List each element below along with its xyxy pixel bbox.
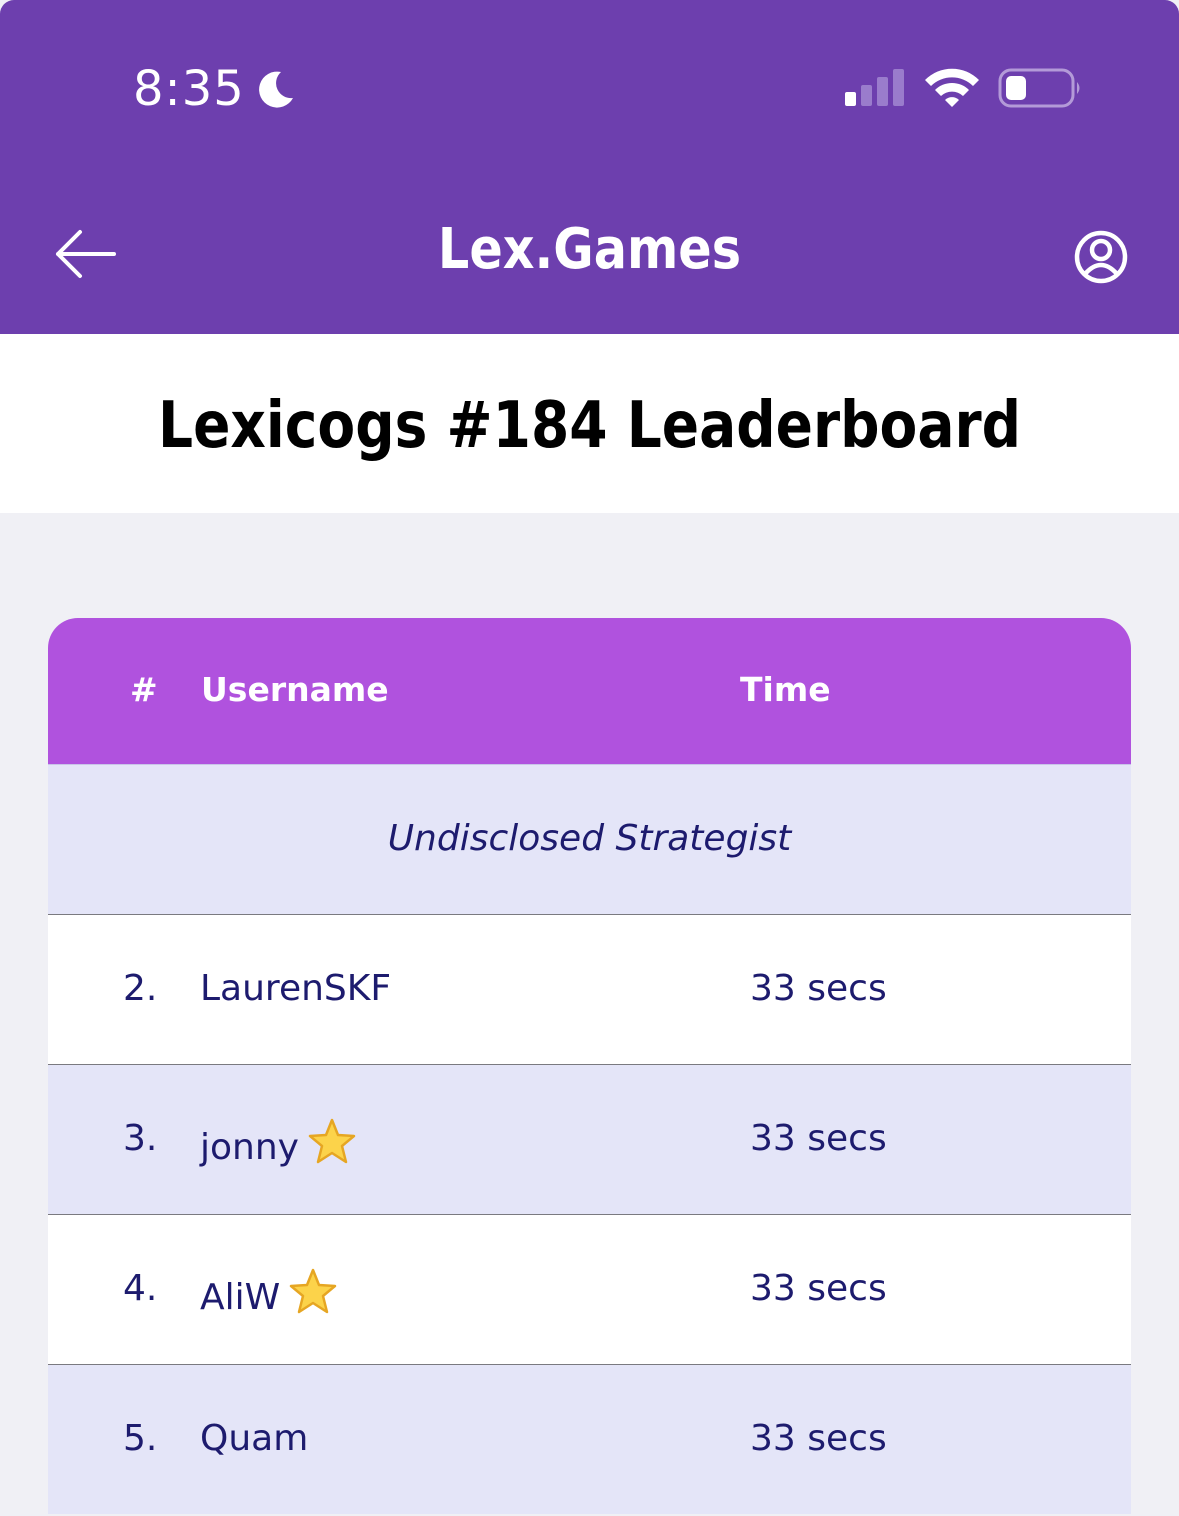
cellular-signal-icon xyxy=(845,69,904,106)
row-time: 33 secs xyxy=(750,1118,887,1159)
leaderboard-table: # Username Time Undisclosed Strategist 2… xyxy=(48,618,1131,1516)
app-header: 8:35 Lex.Games xyxy=(0,0,1179,334)
row-rank: 5. xyxy=(123,1418,158,1459)
status-time: 8:35 xyxy=(133,61,245,117)
table-row[interactable]: 2. LaurenSKF 33 secs xyxy=(48,914,1131,1064)
undisclosed-entry: Undisclosed Strategist xyxy=(387,818,792,859)
battery-icon xyxy=(998,68,1080,108)
row-rank: 4. xyxy=(123,1268,158,1309)
moon-icon xyxy=(259,71,293,108)
row-username: AliW xyxy=(200,1267,338,1320)
page-title: Lexicogs #184 Leaderboard xyxy=(157,389,1022,463)
row-username: LaurenSKF xyxy=(200,968,392,1009)
wifi-icon xyxy=(925,68,979,107)
table-row-hidden: Undisclosed Strategist xyxy=(48,764,1131,914)
star-icon xyxy=(308,1118,356,1164)
header-rank: # xyxy=(130,670,158,709)
app-title: Lex.Games xyxy=(437,217,742,282)
row-time: 33 secs xyxy=(750,1418,887,1459)
table-row[interactable]: 4. AliW 33 secs xyxy=(48,1214,1131,1364)
row-rank: 3. xyxy=(123,1118,158,1159)
row-username: jonny xyxy=(200,1117,357,1170)
table-row[interactable]: 3. jonny 33 secs xyxy=(48,1064,1131,1214)
row-time: 33 secs xyxy=(750,1268,887,1309)
row-username: Quam xyxy=(200,1418,309,1459)
user-circle-icon[interactable] xyxy=(1072,228,1130,286)
header-username: Username xyxy=(201,670,389,709)
table-row[interactable]: 5. Quam 33 secs xyxy=(48,1364,1131,1514)
row-rank: 2. xyxy=(123,968,158,1009)
star-icon xyxy=(289,1268,337,1314)
table-header: # Username Time xyxy=(48,618,1131,764)
row-time: 33 secs xyxy=(750,968,887,1009)
header-time: Time xyxy=(740,670,831,709)
